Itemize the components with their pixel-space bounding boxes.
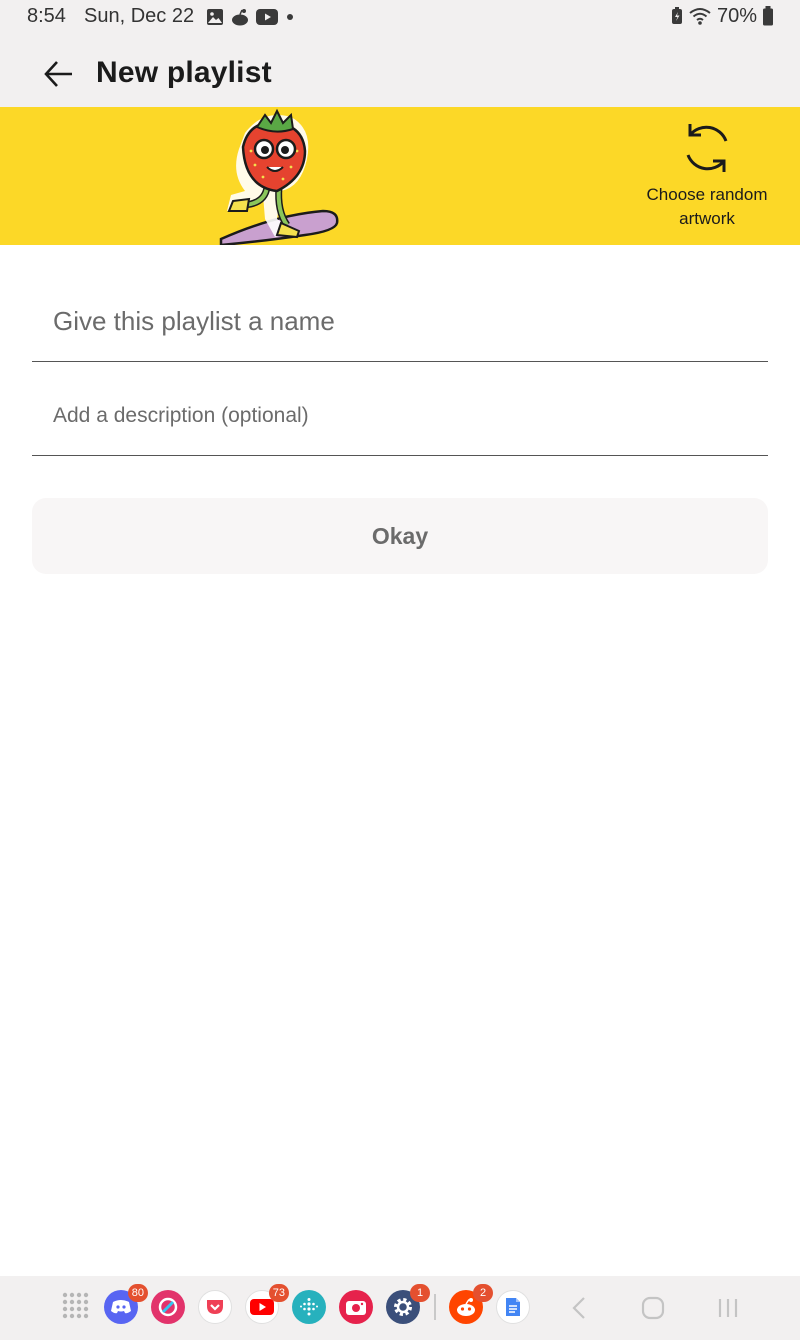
- back-nav-icon: [572, 1297, 585, 1319]
- refresh-icon: [686, 124, 728, 172]
- fitbit-app[interactable]: [292, 1290, 326, 1324]
- system-status: 70%: [671, 5, 774, 27]
- status-time: 8:54: [27, 5, 66, 27]
- pink-app[interactable]: [151, 1290, 185, 1324]
- camera-app-icon: [339, 1290, 373, 1324]
- discord-app[interactable]: 80: [104, 1284, 148, 1324]
- nav-back-button[interactable]: [564, 1294, 594, 1322]
- taskbar: 80 73 1 2: [0, 1276, 800, 1340]
- pocket-icon: [198, 1290, 232, 1324]
- fitbit-icon: [292, 1290, 326, 1324]
- youtube-app[interactable]: 73: [245, 1284, 289, 1324]
- battery-percentage: 70%: [716, 4, 757, 27]
- recents-nav-icon: [718, 1299, 738, 1317]
- arrow-left-icon: [44, 61, 72, 87]
- battery-saver-icon: [671, 7, 682, 24]
- strawberry-skateboarder-artwork[interactable]: [205, 107, 355, 245]
- app-icon-pink: [151, 1290, 185, 1324]
- reddit-badge: 2: [473, 1284, 493, 1302]
- notification-icons: [206, 7, 296, 27]
- okay-button[interactable]: Okay: [32, 498, 768, 574]
- choose-random-artwork-label: Choose random artwork: [646, 185, 768, 228]
- playlist-description-input[interactable]: [32, 378, 768, 454]
- back-button[interactable]: [38, 54, 78, 94]
- home-nav-icon: [641, 1296, 665, 1320]
- reddit-app[interactable]: 2: [449, 1284, 493, 1324]
- docs-app[interactable]: [496, 1290, 530, 1324]
- wifi-icon: [689, 8, 711, 25]
- gallery-icon: [207, 9, 223, 25]
- youtube-badge: 73: [268, 1284, 289, 1302]
- more-dot-icon: [287, 14, 293, 20]
- app-drawer-button[interactable]: [60, 1290, 94, 1324]
- nav-home-button[interactable]: [638, 1294, 668, 1322]
- pocket-app[interactable]: [198, 1290, 232, 1324]
- settings-app[interactable]: 1: [386, 1284, 430, 1324]
- page-title: New playlist: [96, 56, 272, 89]
- reddit-icon: [232, 9, 248, 26]
- discord-badge: 80: [127, 1284, 148, 1302]
- status-bar: 8:54 Sun, Dec 22 70%: [0, 0, 800, 34]
- choose-random-artwork-button[interactable]: Choose random artwork: [636, 119, 778, 243]
- app-drawer-icon: [62, 1292, 89, 1319]
- youtube-icon: [256, 9, 278, 25]
- playlist-name-field: [32, 282, 768, 362]
- playlist-name-input[interactable]: [32, 282, 768, 360]
- status-date: Sun, Dec 22: [84, 5, 195, 27]
- artwork-banner: Choose random artwork: [0, 107, 800, 245]
- app-header: New playlist: [0, 34, 800, 107]
- dock-divider: [434, 1294, 436, 1320]
- camera-app[interactable]: [339, 1290, 373, 1324]
- docs-icon: [496, 1290, 530, 1324]
- nav-recents-button[interactable]: [713, 1294, 743, 1322]
- battery-icon: [763, 6, 773, 26]
- settings-badge: 1: [410, 1284, 430, 1302]
- playlist-description-field: [32, 378, 768, 456]
